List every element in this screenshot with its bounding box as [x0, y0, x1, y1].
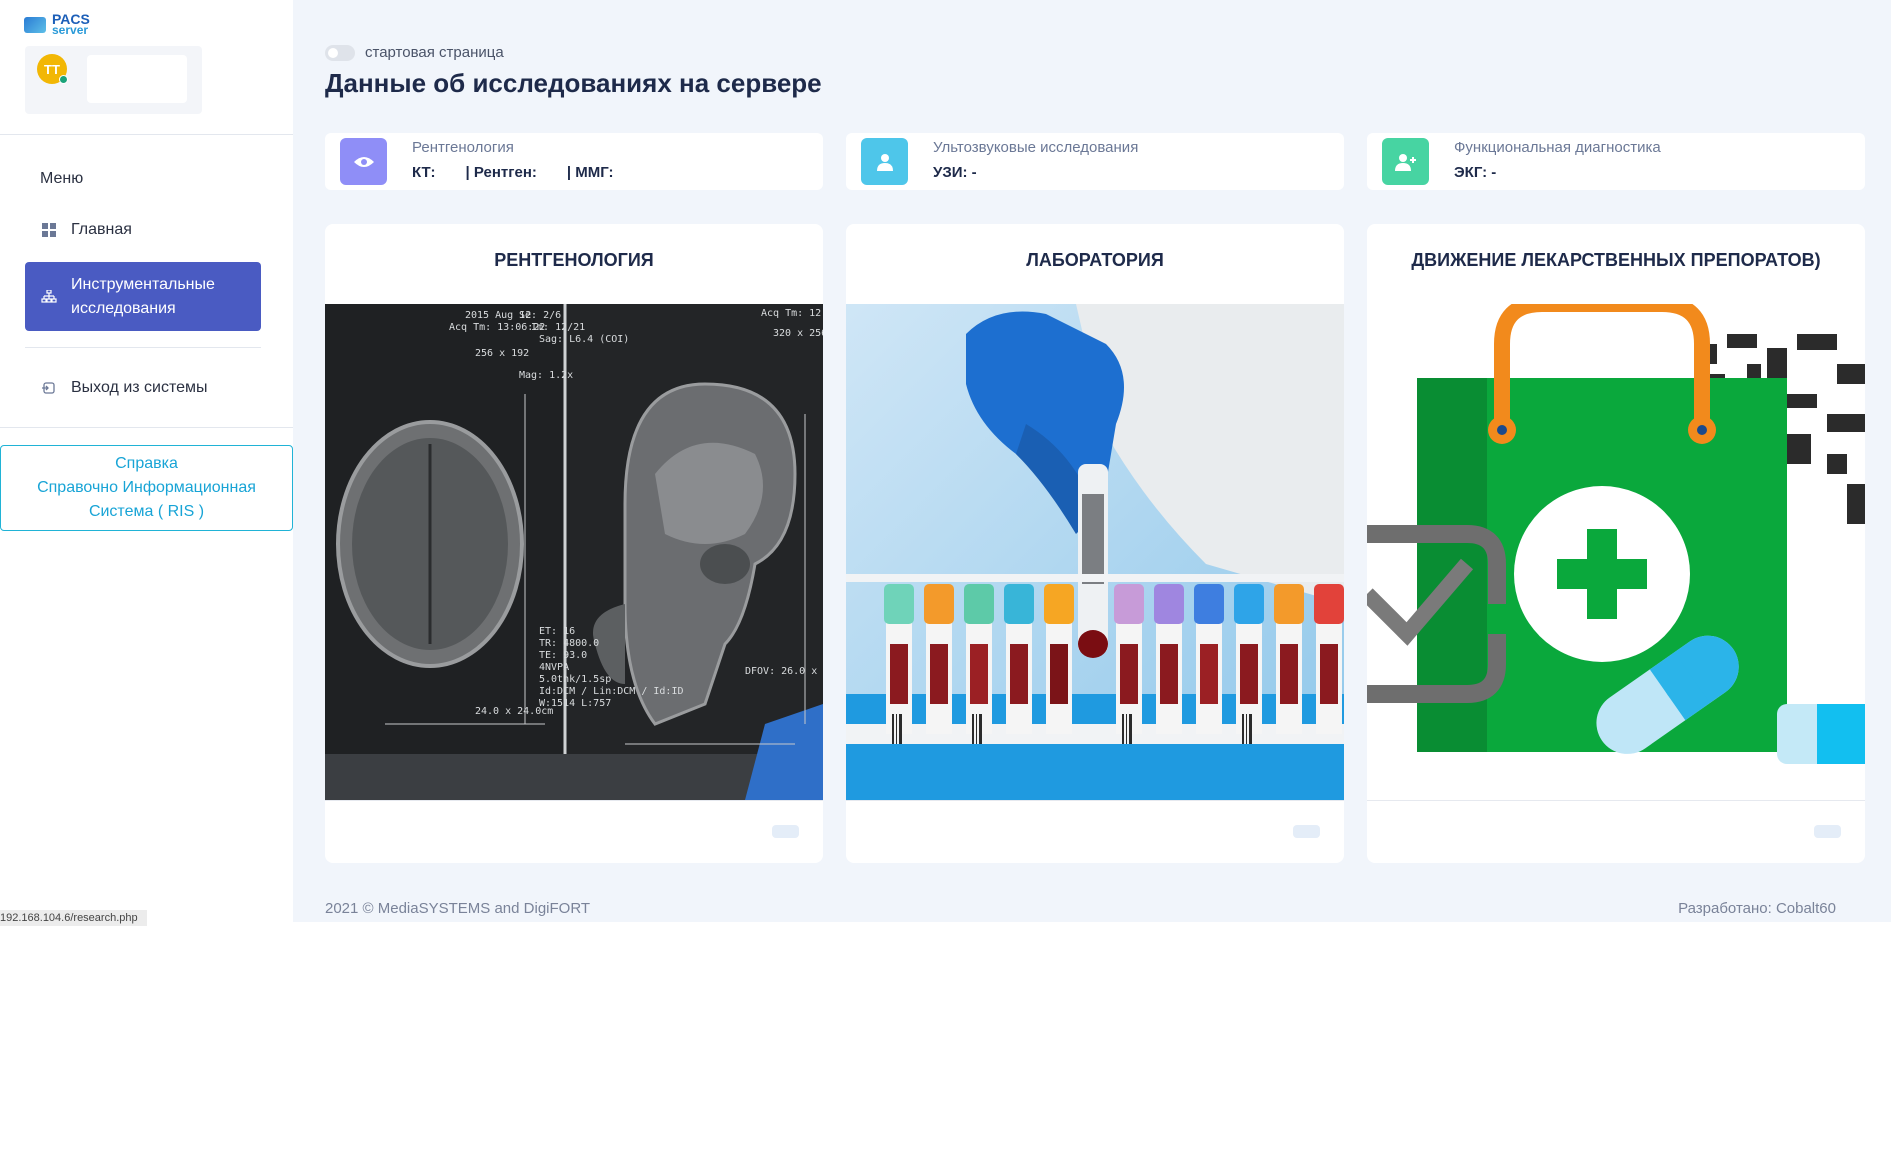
- online-status-dot: [59, 75, 68, 84]
- start-page-toggle[interactable]: [325, 44, 355, 61]
- svg-text:4NVPA: 4NVPA: [539, 662, 569, 673]
- status-url-tooltip: 192.168.104.6/research.php: [0, 910, 147, 926]
- sidebar-item-label: Выход из системы: [71, 379, 208, 396]
- sidebar-item-label: Инструментальные исследования: [71, 275, 215, 317]
- page-title: Данные об исследованиях на сервере: [325, 68, 822, 98]
- panel-action-button[interactable]: [1814, 825, 1841, 838]
- stat-value-mmg: | ММГ:: [566, 164, 614, 181]
- help-line-2: Справочно Информационная: [37, 479, 256, 496]
- help-line-1: Справка: [115, 455, 178, 472]
- avatar[interactable]: TT: [37, 54, 68, 84]
- svg-text:ET: 16: ET: 16: [539, 626, 575, 637]
- svg-text:DFOV: 26.0 x 26: DFOV: 26.0 x 26: [745, 666, 823, 677]
- user-icon: [861, 138, 908, 185]
- svg-text:Id:DCM / Lin:DCM / Id:ID: Id:DCM / Lin:DCM / Id:ID: [539, 686, 684, 697]
- panel-action-button[interactable]: [1293, 825, 1320, 838]
- svg-text:Sag: L6.4 (COI): Sag: L6.4 (COI): [539, 334, 629, 345]
- stat-label: Функциональная диагностика: [1454, 139, 1661, 156]
- stat-values: ЭКГ: -: [1454, 164, 1496, 181]
- stat-card-ultrasound: Ультозвуковые исследования УЗИ: -: [846, 133, 1344, 190]
- sidebar-item-instrumental-research[interactable]: Инструментальные исследования: [25, 262, 261, 331]
- grid-icon: [41, 223, 57, 237]
- stat-label: Ультозвуковые исследования: [933, 139, 1139, 156]
- panel-drug-movement[interactable]: ДВИЖЕНИЕ ЛЕКАРСТВЕННЫХ ПРЕПОРАТОВ): [1367, 224, 1865, 863]
- svg-text:TR: 4800.0: TR: 4800.0: [539, 638, 599, 649]
- panel-action-button[interactable]: [772, 825, 799, 838]
- svg-text:256 x 192: 256 x 192: [475, 348, 529, 359]
- nav-divider: [25, 347, 261, 348]
- svg-text:24.0 x 24.0cm: 24.0 x 24.0cm: [475, 706, 553, 717]
- svg-text:Im: 12/21: Im: 12/21: [531, 322, 585, 333]
- pharmacy-bag-image[interactable]: [1367, 296, 1865, 800]
- app-logo[interactable]: PACS server: [24, 12, 90, 37]
- sidebar: PACS server TT Меню Главная Инструментал…: [0, 0, 293, 926]
- main-content: стартовая страница Данные об исследовани…: [293, 0, 1891, 922]
- lab-test-tubes-image[interactable]: [846, 304, 1344, 800]
- panel-title: ДВИЖЕНИЕ ЛЕКАРСТВЕННЫХ ПРЕПОРАТОВ): [1411, 250, 1821, 270]
- mri-scan-image[interactable]: 2015 Aug 12 Acq Tm: 13:06:22 256 x 192 M…: [325, 304, 823, 800]
- stat-values: КТ: | Рентген: | ММГ:: [412, 164, 614, 181]
- stat-card-radiology: Рентгенология КТ: | Рентген: | ММГ:: [325, 133, 823, 190]
- start-page-toggle-label: стартовая страница: [365, 44, 504, 61]
- sidebar-divider-bottom: [0, 427, 293, 428]
- logo-text-bottom: server: [52, 23, 89, 37]
- panel-footer-divider: [325, 800, 823, 801]
- avatar-initials: TT: [44, 61, 60, 77]
- sidebar-divider: [0, 134, 293, 135]
- panel-title: РЕНТГЕНОЛОГИЯ: [494, 250, 654, 270]
- panel-footer-divider: [846, 800, 1344, 801]
- panel-title: ЛАБОРАТОРИЯ: [1026, 250, 1164, 270]
- panel-radiology[interactable]: РЕНТГЕНОЛОГИЯ 2015 Aug 12 Acq Tm: 13:06:…: [325, 224, 823, 863]
- user-name-box: [87, 55, 187, 103]
- stat-value-uzi: УЗИ: -: [933, 164, 977, 181]
- footer-copyright: 2021 © MediaSYSTEMS and DigiFORT: [325, 900, 591, 917]
- sidebar-item-logout[interactable]: Выход из системы: [25, 376, 261, 400]
- stat-value-ct: КТ:: [412, 164, 436, 181]
- svg-text:Se: 2/6: Se: 2/6: [519, 310, 561, 321]
- svg-text:Acq Tm: 12:56:00: Acq Tm: 12:56:00: [761, 308, 823, 319]
- svg-text:TE: 93.0: TE: 93.0: [539, 650, 587, 661]
- start-page-toggle-row: стартовая страница: [325, 44, 504, 61]
- pacs-logo-icon: [24, 17, 46, 33]
- stat-value-ekg: ЭКГ: -: [1454, 164, 1497, 181]
- eye-icon: [340, 138, 387, 185]
- stat-value-xray: | Рентген:: [465, 164, 537, 181]
- footer-developer[interactable]: Разработано: Cobalt60: [1678, 900, 1836, 917]
- logout-icon: [41, 381, 57, 395]
- panel-footer-divider: [1367, 800, 1865, 801]
- stat-card-functional-diagnostics: Функциональная диагностика ЭКГ: -: [1367, 133, 1865, 190]
- sidebar-item-home[interactable]: Главная: [25, 218, 261, 242]
- help-line-3: Система ( RIS ): [88, 503, 205, 520]
- help-link-box[interactable]: Справка Справочно Информационная Система…: [0, 445, 293, 531]
- svg-text:320 x 256: 320 x 256: [773, 328, 823, 339]
- stat-values: УЗИ: -: [933, 164, 977, 181]
- stat-label: Рентгенология: [412, 139, 514, 156]
- menu-caption: Меню: [40, 170, 84, 187]
- svg-text:Mag: 1.2x: Mag: 1.2x: [519, 370, 573, 381]
- user-plus-icon: [1382, 138, 1429, 185]
- user-card[interactable]: TT: [25, 46, 202, 114]
- sidebar-item-label: Главная: [71, 221, 132, 238]
- panel-laboratory[interactable]: ЛАБОРАТОРИЯ: [846, 224, 1344, 863]
- sitemap-icon: [41, 289, 57, 304]
- svg-text:5.0thk/1.5sp: 5.0thk/1.5sp: [539, 674, 611, 685]
